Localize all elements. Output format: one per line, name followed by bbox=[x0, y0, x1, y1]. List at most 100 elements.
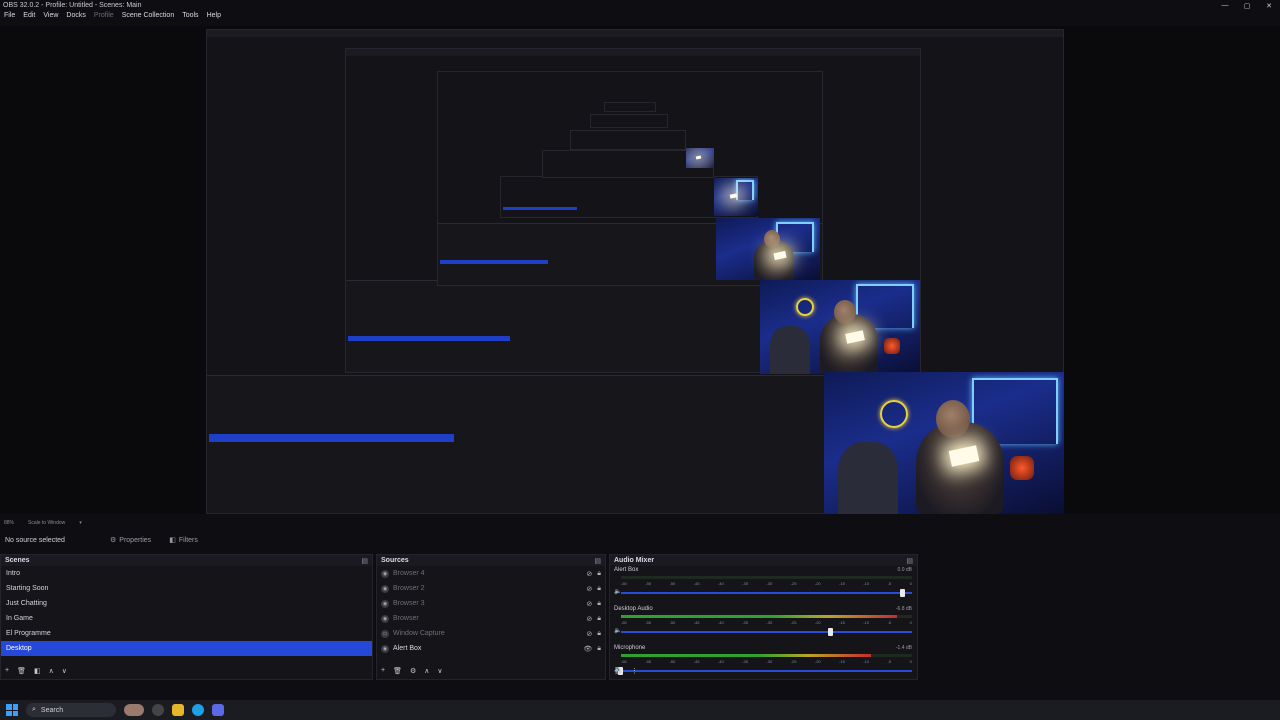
source-item[interactable]: ▭ Window Capture ⊘ 🔒︎ bbox=[377, 626, 605, 641]
meter-tick-label: -15 bbox=[839, 620, 845, 625]
lock-icon[interactable]: 🔒︎ bbox=[597, 630, 601, 638]
source-label: Window Capture bbox=[393, 630, 445, 637]
source-item[interactable]: ◉ Browser 3 ⊘ 🔒︎ bbox=[377, 596, 605, 611]
filters-label: Filters bbox=[178, 536, 198, 544]
channel-db: -1.4 dB bbox=[895, 645, 912, 651]
menu-file[interactable]: File bbox=[4, 12, 15, 24]
lock-icon[interactable]: 🔒︎ bbox=[597, 645, 601, 653]
minimize-button[interactable]: — bbox=[1214, 2, 1236, 9]
meter-tick-label: -50 bbox=[669, 659, 676, 664]
eye-off-icon[interactable]: ⊘ bbox=[586, 630, 592, 638]
source-label: Browser 4 bbox=[393, 570, 425, 577]
meter-tick-label: -30 bbox=[766, 620, 773, 625]
lock-icon[interactable]: 🔒︎ bbox=[597, 570, 601, 578]
webcam-feed-4 bbox=[716, 218, 820, 280]
eye-icon[interactable]: 👁︎ bbox=[583, 645, 592, 653]
widget-icon[interactable] bbox=[124, 704, 144, 716]
volume-fader[interactable] bbox=[621, 628, 912, 636]
file-explorer-icon[interactable] bbox=[172, 704, 184, 716]
close-button[interactable]: ✕ bbox=[1258, 2, 1280, 10]
scene-item-starting-soon[interactable]: Starting Soon bbox=[1, 581, 372, 596]
scene-item-el-programme[interactable]: El Programme bbox=[1, 626, 372, 641]
source-item[interactable]: ◉ Browser 2 ⊘ 🔒︎ bbox=[377, 581, 605, 596]
scene-filters-icon[interactable]: ◧ bbox=[34, 667, 41, 675]
dock-menu-icon[interactable]: ▤ bbox=[594, 557, 601, 565]
meter-tick-label: -10 bbox=[863, 620, 870, 625]
taskbar-search[interactable]: ⌕ Search bbox=[26, 703, 116, 717]
nested-titlebar bbox=[207, 30, 1063, 37]
fader-knob[interactable] bbox=[827, 628, 833, 636]
move-down-icon[interactable]: ∨ bbox=[437, 667, 442, 675]
link-icon[interactable]: ⛓ bbox=[614, 667, 623, 675]
preview-canvas[interactable] bbox=[0, 26, 1280, 514]
eye-off-icon[interactable]: ⊘ bbox=[586, 600, 592, 608]
menu-profile[interactable]: Profile bbox=[94, 12, 114, 24]
meter-tick-label: -50 bbox=[669, 620, 676, 625]
meter-tick-label: -40 bbox=[717, 659, 724, 664]
meter-tick-label: -40 bbox=[717, 581, 724, 586]
source-item[interactable]: ◉ Browser ⊘ 🔒︎ bbox=[377, 611, 605, 626]
discord-icon[interactable] bbox=[212, 704, 224, 716]
remove-source-icon[interactable]: 🗑 bbox=[393, 667, 402, 675]
zoom-level[interactable]: 88% bbox=[4, 520, 14, 526]
menu-view[interactable]: View bbox=[43, 12, 58, 24]
sources-title: Sources bbox=[381, 557, 409, 564]
speaker-icon[interactable]: 🔈 bbox=[614, 627, 621, 634]
dock-menu-icon[interactable]: ▤ bbox=[906, 557, 913, 565]
eye-off-icon[interactable]: ⊘ bbox=[586, 570, 592, 578]
add-scene-icon[interactable]: + bbox=[5, 667, 9, 675]
add-source-icon[interactable]: + bbox=[381, 667, 385, 675]
source-item[interactable]: ◉ Browser 4 ⊘ 🔒︎ bbox=[377, 566, 605, 581]
red-decor bbox=[1010, 456, 1034, 480]
more-options-icon[interactable]: ⋮ bbox=[631, 667, 638, 675]
dock-menu-icon[interactable]: ▤ bbox=[361, 557, 368, 565]
sources-dock-header: Sources ▤ bbox=[377, 555, 605, 566]
scene-item-desktop[interactable]: Desktop bbox=[1, 641, 372, 656]
webcam-feed-3 bbox=[760, 280, 920, 374]
menu-tools[interactable]: Tools bbox=[182, 12, 198, 24]
menu-docks[interactable]: Docks bbox=[66, 12, 85, 24]
scene-item-in-game[interactable]: In Game bbox=[1, 611, 372, 626]
move-up-icon[interactable]: ∧ bbox=[49, 667, 54, 675]
source-properties-icon[interactable]: ⚙ bbox=[410, 667, 416, 675]
window-icon: ▭ bbox=[381, 629, 389, 638]
scene-item-just-chatting[interactable]: Just Chatting bbox=[1, 596, 372, 611]
scenes-dock: Scenes ▤ Intro Starting Soon Just Chatti… bbox=[0, 554, 373, 680]
fader-knob[interactable] bbox=[900, 589, 906, 597]
move-up-icon[interactable]: ∧ bbox=[424, 667, 429, 675]
eye-off-icon[interactable]: ⊘ bbox=[586, 615, 592, 623]
menu-help[interactable]: Help bbox=[207, 12, 221, 24]
filters-button[interactable]: ◧ Filters bbox=[169, 536, 198, 545]
lock-icon[interactable]: 🔒︎ bbox=[597, 600, 601, 608]
recursive-preview-7 bbox=[590, 114, 668, 128]
obs-window: OBS 32.0.2 - Profile: Untitled - Scenes:… bbox=[0, 0, 1280, 700]
windows-start-icon[interactable] bbox=[6, 704, 18, 716]
remove-scene-icon[interactable]: 🗑 bbox=[17, 667, 26, 675]
speaker-icon[interactable]: 🔈 bbox=[614, 588, 621, 595]
scene-item-intro[interactable]: Intro bbox=[1, 566, 372, 581]
maximize-button[interactable]: ▢ bbox=[1236, 2, 1258, 10]
lock-icon[interactable]: 🔒︎ bbox=[597, 585, 601, 593]
properties-button[interactable]: ⚙ Properties bbox=[110, 536, 151, 545]
scale-mode-select[interactable]: Scale to Window bbox=[28, 520, 65, 526]
meter-tick-label: -5 bbox=[887, 620, 892, 625]
menu-scene-collection[interactable]: Scene Collection bbox=[122, 12, 175, 24]
meter-tick-label: -55 bbox=[645, 620, 652, 625]
meter-tick-label: -25 bbox=[790, 659, 797, 664]
chevron-down-icon[interactable]: ▾ bbox=[79, 520, 82, 526]
chair bbox=[838, 442, 898, 514]
nested-scene-selection bbox=[209, 434, 454, 442]
move-down-icon[interactable]: ∨ bbox=[62, 667, 67, 675]
lock-icon[interactable]: 🔒︎ bbox=[597, 615, 601, 623]
obs-app-icon[interactable] bbox=[152, 704, 164, 716]
scenes-toolbar: + 🗑 ◧ ∧ ∨ bbox=[5, 667, 67, 675]
edge-browser-icon[interactable] bbox=[192, 704, 204, 716]
channel-db: -6.8 dB bbox=[895, 606, 912, 612]
menu-edit[interactable]: Edit bbox=[23, 12, 35, 24]
source-item[interactable]: ◉ Alert Box 👁︎ 🔒︎ bbox=[377, 641, 605, 656]
eye-off-icon[interactable]: ⊘ bbox=[586, 585, 592, 593]
meter-tick-label: -45 bbox=[693, 581, 700, 586]
meter-tick-label: -45 bbox=[693, 659, 700, 664]
volume-fader[interactable] bbox=[621, 589, 912, 597]
volume-fader[interactable] bbox=[618, 667, 912, 675]
